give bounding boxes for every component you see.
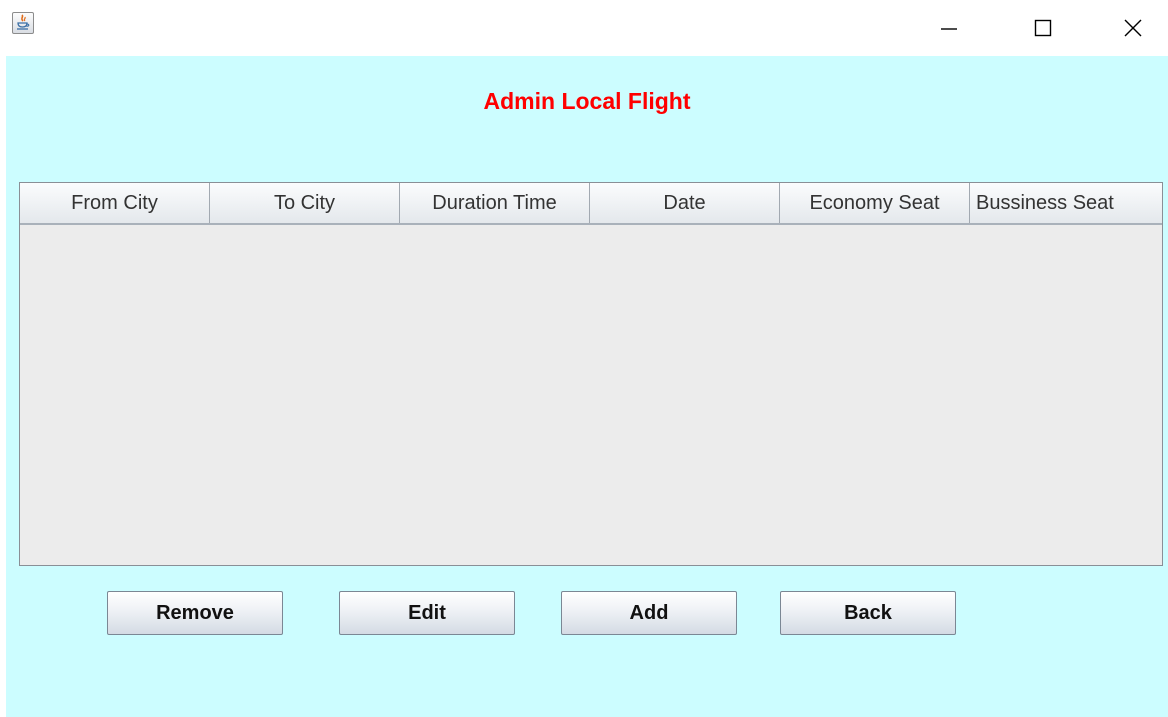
title-bar[interactable] xyxy=(0,0,1168,56)
column-header-date[interactable]: Date xyxy=(590,183,780,223)
column-header-economy-seat[interactable]: Economy Seat xyxy=(780,183,970,223)
table-header: From City To City Duration Time Date Eco… xyxy=(20,183,1162,225)
content-panel: Admin Local Flight From City To City Dur… xyxy=(6,56,1168,717)
column-header-duration-time[interactable]: Duration Time xyxy=(400,183,590,223)
maximize-button[interactable] xyxy=(1012,0,1074,56)
maximize-icon xyxy=(1034,19,1052,37)
column-header-to-city[interactable]: To City xyxy=(210,183,400,223)
back-button[interactable]: Back xyxy=(780,591,956,635)
column-header-bussiness-seat[interactable]: Bussiness Seat xyxy=(970,183,1162,223)
minimize-button[interactable] xyxy=(918,0,980,56)
column-header-from-city[interactable]: From City xyxy=(20,183,210,223)
edit-button[interactable]: Edit xyxy=(339,591,515,635)
add-button[interactable]: Add xyxy=(561,591,737,635)
close-icon xyxy=(1124,19,1142,37)
java-icon[interactable] xyxy=(12,12,34,34)
page-title: Admin Local Flight xyxy=(483,88,691,114)
minimize-icon xyxy=(941,28,957,30)
remove-button[interactable]: Remove xyxy=(107,591,283,635)
flights-table[interactable]: From City To City Duration Time Date Eco… xyxy=(19,182,1163,566)
close-button[interactable] xyxy=(1102,0,1164,56)
